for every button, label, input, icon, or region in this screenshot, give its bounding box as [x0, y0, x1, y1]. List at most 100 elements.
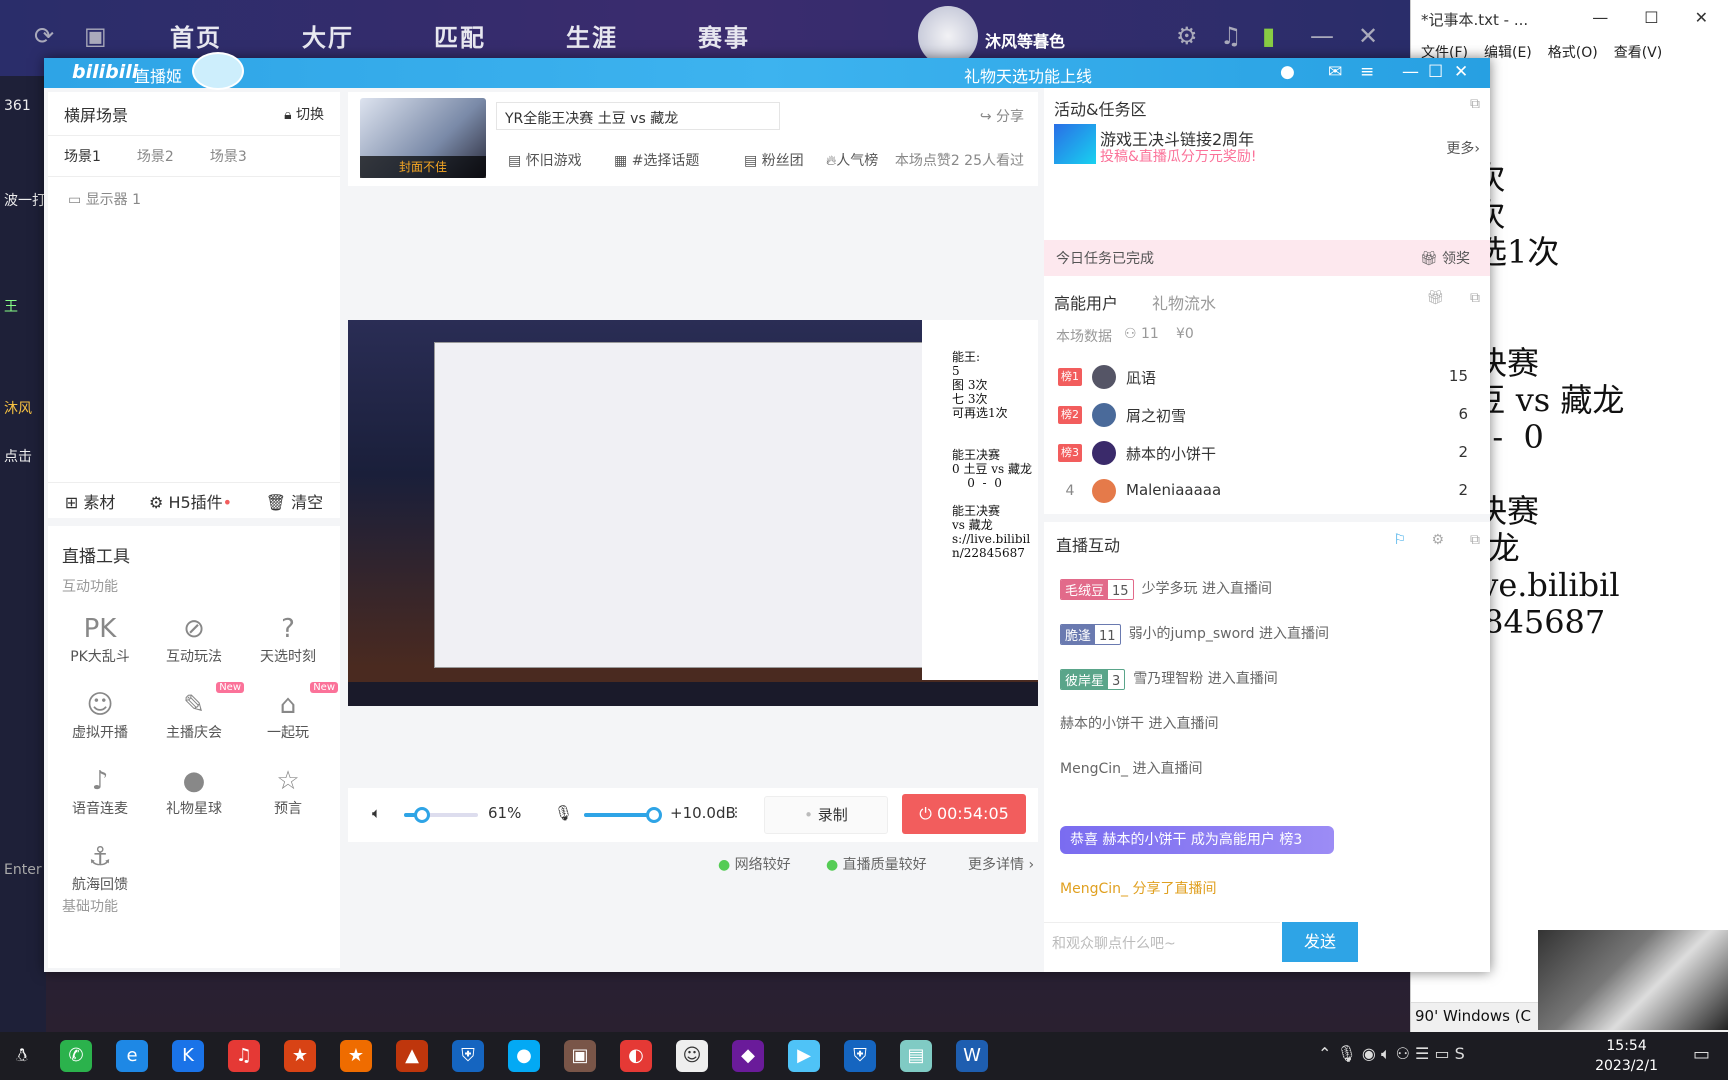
popularity-button[interactable]: 🔥︎人气榜: [826, 150, 878, 170]
game-nav-home[interactable]: 首页: [170, 18, 222, 53]
game-nav-events[interactable]: 赛事: [698, 18, 750, 53]
speaker-icon[interactable]: 🔈︎: [372, 804, 381, 822]
minimize-icon[interactable]: —: [1592, 8, 1608, 27]
app-icon[interactable]: ◐: [620, 1040, 652, 1072]
prediction-tool[interactable]: ☆ 预言: [242, 764, 334, 818]
menu-view[interactable]: 查看(V): [1614, 42, 1663, 62]
clear-button[interactable]: 🗑︎ 清空: [266, 489, 323, 513]
virtual-avatar-icon: ☺: [86, 690, 114, 720]
fan-club-button[interactable]: ▤ 粉丝团: [744, 150, 804, 170]
app-icon[interactable]: ☺: [676, 1040, 708, 1072]
qq-icon[interactable]: 🐧︎: [6, 1040, 38, 1072]
app-icon[interactable]: ●: [508, 1040, 540, 1072]
source-item[interactable]: ▭ 显示器 1: [48, 177, 340, 221]
notepad-icon[interactable]: ▤: [900, 1040, 932, 1072]
tab-scene-3[interactable]: 场景3: [210, 146, 247, 166]
gear-icon[interactable]: ⚙: [1431, 532, 1444, 548]
voyage-reward-tool[interactable]: ⚓ 航海回馈: [54, 840, 146, 894]
close-icon[interactable]: ✕: [1695, 8, 1708, 27]
gift-planet-tool[interactable]: ● 礼物星球: [148, 764, 240, 818]
volume-slider[interactable]: [404, 807, 478, 823]
shield-icon[interactable]: ⛨: [844, 1040, 876, 1072]
game-nav-lobby[interactable]: 大厅: [302, 18, 354, 53]
netease-music-icon[interactable]: ♫: [228, 1040, 260, 1072]
app-icon[interactable]: ▲: [396, 1040, 428, 1072]
wechat-icon[interactable]: ✆: [60, 1040, 92, 1072]
gift-icon[interactable]: 🎁︎: [1426, 290, 1444, 306]
volume-knob[interactable]: [414, 807, 431, 823]
more-details-link[interactable]: 更多详情 ›: [968, 854, 1034, 874]
close-icon[interactable]: ✕: [1358, 22, 1378, 50]
close-icon[interactable]: ✕: [1454, 62, 1468, 82]
menu-edit[interactable]: 编辑(E): [1484, 42, 1532, 62]
stop-live-button[interactable]: ⏻ 00:54:05: [902, 794, 1026, 834]
switch-button[interactable]: 🔒︎ 切换: [284, 104, 324, 124]
lucky-draw-tool[interactable]: ? 天选时刻: [242, 612, 334, 666]
notification-icon[interactable]: ▭: [1693, 1044, 1710, 1065]
word-icon[interactable]: W: [956, 1040, 988, 1072]
app-icon[interactable]: ◆: [732, 1040, 764, 1072]
mic-slider[interactable]: [584, 807, 662, 823]
popout-icon[interactable]: ⧉: [1470, 290, 1480, 306]
more-activities-link[interactable]: 更多›: [1446, 138, 1480, 158]
category-chip[interactable]: ▤ 怀旧游戏: [508, 150, 582, 170]
notice-banner[interactable]: 礼物天选功能上线: [964, 63, 1092, 87]
minimize-icon[interactable]: —: [1402, 62, 1419, 82]
share-button[interactable]: ↪ 分享: [980, 106, 1024, 126]
avatar[interactable]: [918, 6, 978, 66]
rank-row[interactable]: 榜1 凪语 15: [1044, 360, 1490, 394]
microphone-icon[interactable]: 🎙︎: [554, 804, 573, 822]
topic-chip[interactable]: ▦ #选择话题: [614, 150, 699, 170]
game-nav-match[interactable]: 匹配: [434, 18, 486, 53]
popout-icon[interactable]: ⧉: [1470, 532, 1480, 548]
mixer-icon[interactable]: ⫶: [734, 804, 738, 822]
minimize-icon[interactable]: —: [1310, 22, 1334, 50]
room-title-input[interactable]: YR全能王决赛 土豆 vs 藏龙: [496, 102, 780, 130]
claim-reward-button[interactable]: 🎁︎ 领奖: [1420, 248, 1470, 268]
virtual-live-tool[interactable]: ☺ 虚拟开播: [54, 688, 146, 742]
menu-icon[interactable]: ≡: [1360, 62, 1374, 82]
maximize-icon[interactable]: ☐: [1644, 8, 1658, 27]
filter-icon[interactable]: ⚐: [1393, 532, 1406, 548]
send-button[interactable]: 发送: [1282, 922, 1358, 962]
clock[interactable]: 15:54 2023/2/1: [1595, 1036, 1658, 1076]
rank-row[interactable]: 4 Maleniaaaaa 2: [1044, 474, 1490, 508]
chat-input[interactable]: 和观众聊点什么吧~: [1044, 922, 1280, 962]
rank-row[interactable]: 榜3 赫本的小饼干 2: [1044, 436, 1490, 470]
music-icon[interactable]: ♫: [1220, 22, 1242, 50]
popout-icon[interactable]: ⧉: [1470, 96, 1480, 112]
system-tray[interactable]: ⌃ 🎙︎ ◉ 🔈︎ ⚇ ☰ ▭ S: [1318, 1044, 1465, 1064]
game-nav-career[interactable]: 生涯: [566, 18, 618, 53]
k-app-icon[interactable]: K: [172, 1040, 204, 1072]
record-button[interactable]: • 录制: [764, 796, 888, 834]
mail-icon[interactable]: ✉: [1328, 62, 1342, 82]
gear-icon[interactable]: ⚙: [1176, 22, 1198, 50]
add-material-button[interactable]: ⊞ 素材: [65, 489, 116, 513]
tab-high-energy-users[interactable]: 高能用户: [1054, 290, 1118, 314]
shield-icon[interactable]: ⛨: [452, 1040, 484, 1072]
tab-scene-2[interactable]: 场景2: [137, 146, 174, 166]
stream-preview[interactable]: 能王: 5 图 3次 七 3次 可再选1次 能王决赛 0 土豆 vs 藏龙 0 …: [348, 320, 1038, 706]
h5-plugin-button[interactable]: ⚙ H5插件•: [149, 489, 232, 513]
tab-scene-1[interactable]: 场景1: [64, 146, 101, 166]
rank-row[interactable]: 榜2 屑之初雪 6: [1044, 398, 1490, 432]
avatar[interactable]: ●: [1280, 62, 1295, 82]
game-icon[interactable]: ★: [340, 1040, 372, 1072]
menu-format[interactable]: 格式(O): [1548, 42, 1598, 62]
game-icon[interactable]: ★: [284, 1040, 316, 1072]
celebration-tool[interactable]: ✎ 主播庆会 New: [148, 682, 244, 742]
edge-icon[interactable]: e: [116, 1040, 148, 1072]
voice-link-tool[interactable]: ♪ 语音连麦: [54, 764, 146, 818]
activity-banner-image[interactable]: [1054, 124, 1096, 164]
tab-gift-flow[interactable]: 礼物流水: [1152, 290, 1216, 314]
mic-knob[interactable]: [646, 807, 662, 823]
bili-live-icon[interactable]: ▶: [788, 1040, 820, 1072]
play-together-tool[interactable]: ⌂ 一起玩 New: [242, 682, 338, 742]
pk-tool[interactable]: PK PK大乱斗: [54, 612, 146, 666]
refresh-icon[interactable]: ⟳: [34, 22, 54, 50]
maximize-icon[interactable]: ☐: [1428, 62, 1443, 82]
app-icon[interactable]: ▣: [564, 1040, 596, 1072]
briefcase-icon[interactable]: ▣: [84, 22, 107, 50]
source-actions: ⊞ 素材 ⚙ H5插件• 🗑︎ 清空: [48, 482, 340, 526]
interactive-play-tool[interactable]: ⊘ 互动玩法: [148, 612, 240, 666]
